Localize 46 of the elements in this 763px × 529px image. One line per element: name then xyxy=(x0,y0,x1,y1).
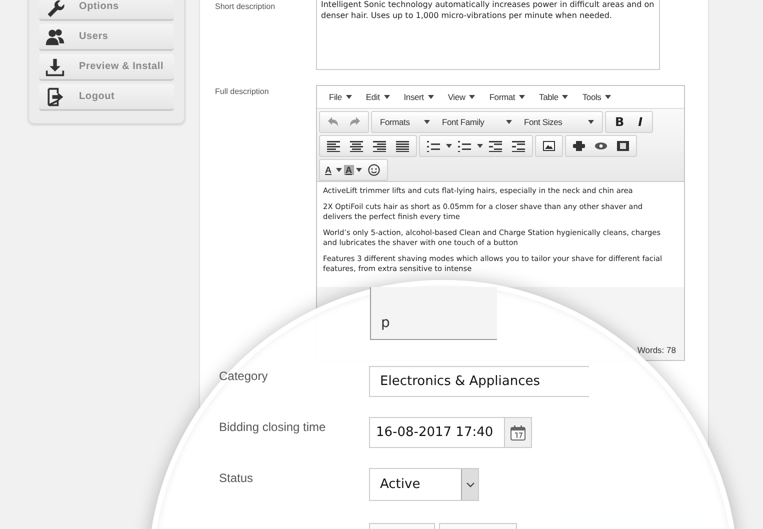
chevron-down-icon xyxy=(466,482,474,488)
caret-icon xyxy=(384,95,390,99)
toolbar-dropdown[interactable]: Font Sizes xyxy=(519,117,599,127)
field-label: Status xyxy=(219,470,254,485)
caret-icon xyxy=(562,95,568,99)
word-count: Words: 78 xyxy=(637,345,676,355)
caret-icon xyxy=(446,144,452,148)
short-description-field[interactable]: Intelligent Sonic technology automatically increases power in difficult areas and on denser hair. Uses up to 1,000 micro-vibrations per minute when needed. xyxy=(316,0,660,70)
caret-icon xyxy=(346,95,352,99)
status-select[interactable]: Active xyxy=(369,468,479,501)
date-time-field[interactable]: 16-08-2017 17:40 xyxy=(369,417,532,448)
download-icon xyxy=(45,56,65,76)
menu-item[interactable]: View xyxy=(440,92,482,102)
caret-icon xyxy=(506,120,512,124)
caret-icon xyxy=(356,168,362,172)
toolbar-dropdown[interactable]: Font Family xyxy=(437,117,517,127)
caret-icon xyxy=(605,95,612,99)
field-label: Category xyxy=(219,368,269,383)
wrench-icon xyxy=(45,0,65,16)
caret-icon xyxy=(469,95,476,99)
caret-icon xyxy=(519,95,526,99)
menu-item[interactable]: Tools xyxy=(575,92,618,102)
text-color-button[interactable]: A xyxy=(323,165,334,175)
caret-icon xyxy=(588,120,594,124)
caret-icon xyxy=(477,144,483,148)
menu-item[interactable]: Edit xyxy=(358,92,397,102)
caret-icon xyxy=(336,168,342,172)
logout-icon xyxy=(45,86,65,106)
menu-item[interactable]: Format xyxy=(482,92,532,102)
menu-item[interactable]: File xyxy=(322,92,359,102)
element-path: p xyxy=(380,315,390,333)
field-label: Short description xyxy=(215,1,276,11)
editor-body[interactable] xyxy=(317,181,684,287)
italic-button[interactable]: I xyxy=(632,115,649,129)
menu-item[interactable]: Table xyxy=(532,92,576,102)
users-icon xyxy=(45,26,65,46)
toolbar-dropdown[interactable]: Formats xyxy=(375,117,435,127)
menu-item[interactable]: Insert xyxy=(396,92,441,102)
field-label: Bidding closing time xyxy=(219,419,327,434)
bold-button[interactable]: B xyxy=(609,115,630,129)
category-field[interactable]: Electronics & Appliances xyxy=(369,366,589,397)
caret-icon xyxy=(424,120,430,124)
field-label: Full description xyxy=(215,86,270,96)
caret-icon xyxy=(428,95,434,99)
highlight-color-button[interactable]: A xyxy=(344,165,354,175)
calendar-icon[interactable] xyxy=(510,424,526,440)
